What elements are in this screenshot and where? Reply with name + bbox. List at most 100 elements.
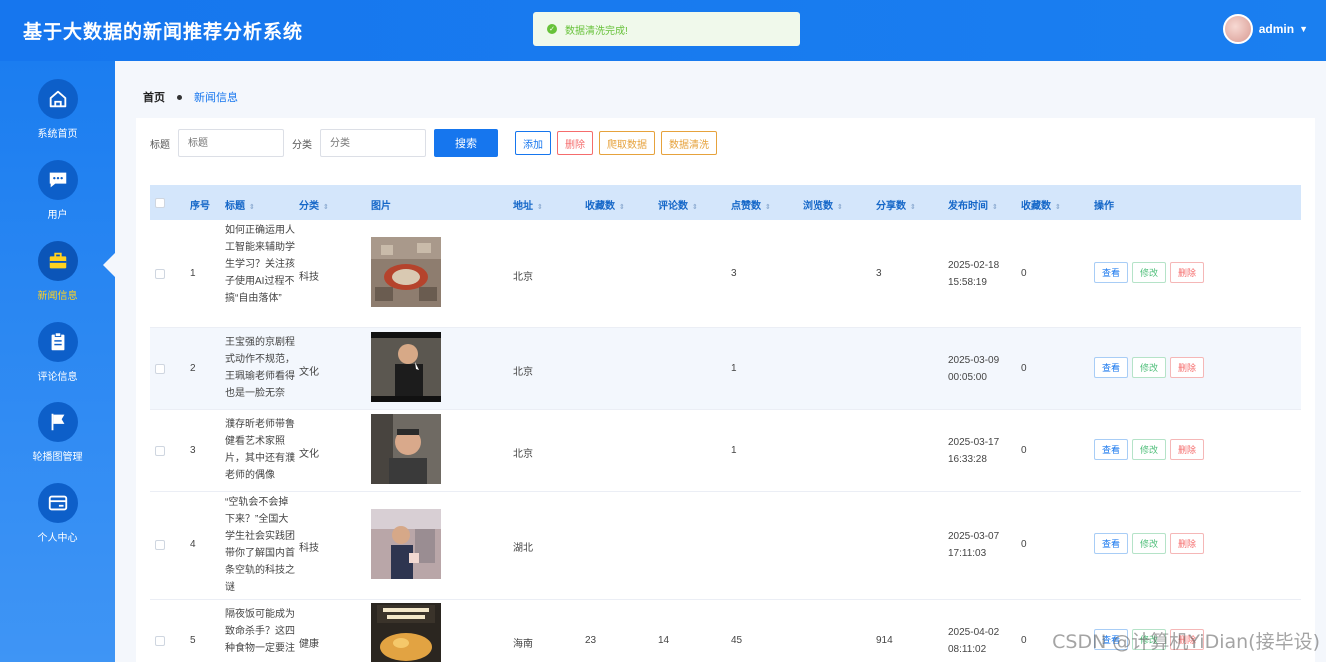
sort-icon: ⇕ bbox=[619, 204, 625, 211]
sidebar-label-profile: 个人中心 bbox=[37, 533, 78, 544]
row-checkbox[interactable] bbox=[155, 364, 165, 374]
sidebar-label-users: 用户 bbox=[47, 210, 68, 221]
success-toast: ✓ 数据清洗完成! bbox=[533, 12, 800, 46]
cell-category: 科技 bbox=[299, 272, 319, 283]
sort-icon: ⇕ bbox=[692, 204, 698, 211]
cell-likes: 45 bbox=[731, 635, 743, 646]
breadcrumb: 首页 新闻信息 bbox=[143, 89, 238, 105]
cell-address: 北京 bbox=[513, 272, 533, 283]
username[interactable]: admin bbox=[1259, 22, 1294, 36]
header-likes[interactable]: 点赞数 ⇕ bbox=[731, 197, 771, 212]
sidebar-item-news[interactable]: 新闻信息 bbox=[0, 241, 115, 319]
sort-icon: ⇕ bbox=[910, 204, 916, 211]
home-icon bbox=[37, 79, 78, 119]
table-row: 1 如何正确运用人工智能来辅助学生学习？关注孩子使用AI过程不搞“自由落体” 科… bbox=[150, 220, 1301, 328]
breadcrumb-current: 新闻信息 bbox=[194, 92, 238, 104]
crawl-data-button[interactable]: 爬取数据 bbox=[599, 131, 655, 155]
row-checkbox[interactable] bbox=[155, 540, 165, 550]
sort-icon: ⇕ bbox=[1055, 204, 1061, 211]
delete-button[interactable]: 删除 bbox=[1170, 357, 1205, 378]
content-panel: 标题 分类 搜索 添加 删除 爬取数据 数据清洗 序号 标题⇕ 分类⇕ 图片 地… bbox=[136, 118, 1315, 662]
cell-publish-time: 2025-03-17 16:33:28 bbox=[948, 437, 1000, 465]
header-address[interactable]: 地址 ⇕ bbox=[513, 197, 543, 212]
caret-down-icon[interactable]: ▼ bbox=[1299, 24, 1308, 34]
news-image bbox=[371, 237, 441, 307]
edit-button[interactable]: 修改 bbox=[1132, 262, 1167, 283]
briefcase-icon bbox=[37, 241, 78, 281]
sort-icon: ⇕ bbox=[765, 204, 771, 211]
header-favorites[interactable]: 收藏数 ⇕ bbox=[585, 197, 625, 212]
row-checkbox[interactable] bbox=[155, 269, 165, 279]
cell-category: 文化 bbox=[299, 449, 319, 460]
select-all-checkbox[interactable] bbox=[155, 198, 165, 208]
category-search-input[interactable] bbox=[320, 129, 426, 157]
row-actions: 查看 修改 删除 bbox=[1094, 533, 1208, 554]
cell-comments: 14 bbox=[658, 635, 670, 646]
row-checkbox[interactable] bbox=[155, 636, 165, 646]
row-actions: 查看 修改 删除 bbox=[1094, 357, 1208, 378]
sidebar-item-home[interactable]: 系统首页 bbox=[0, 79, 115, 157]
sort-icon: ⇕ bbox=[992, 204, 998, 211]
sort-icon: ⇕ bbox=[323, 204, 329, 211]
cell-publish-time: 2025-03-09 00:05:00 bbox=[948, 355, 1000, 383]
sidebar-item-profile[interactable]: 个人中心 bbox=[0, 483, 115, 561]
view-button[interactable]: 查看 bbox=[1094, 439, 1129, 460]
check-circle-icon: ✓ bbox=[547, 24, 557, 34]
table-row: 3 濮存昕老师带鲁健看艺术家照片，其中还有濮老师的偶像 文化 北京 1 2025… bbox=[150, 410, 1301, 492]
view-button[interactable]: 查看 bbox=[1094, 533, 1129, 554]
header-actions: 操作 bbox=[1094, 201, 1114, 212]
header-publish-time[interactable]: 发布时间 ⇕ bbox=[948, 197, 998, 212]
header-index: 序号 bbox=[190, 201, 210, 212]
search-button[interactable]: 搜索 bbox=[434, 129, 498, 157]
row-actions: 查看 修改 删除 bbox=[1094, 439, 1208, 460]
delete-button[interactable]: 删除 bbox=[1170, 533, 1205, 554]
cell-category: 健康 bbox=[299, 639, 319, 650]
row-checkbox[interactable] bbox=[155, 446, 165, 456]
header-category[interactable]: 分类 ⇕ bbox=[299, 197, 329, 212]
batch-delete-button[interactable]: 删除 bbox=[557, 131, 593, 155]
edit-button[interactable]: 修改 bbox=[1132, 533, 1167, 554]
cell-publish-time: 2025-04-02 08:11:02 bbox=[948, 627, 1000, 655]
cell-address: 北京 bbox=[513, 449, 533, 460]
edit-button[interactable]: 修改 bbox=[1132, 357, 1167, 378]
header-collect[interactable]: 收藏数 ⇕ bbox=[1021, 197, 1061, 212]
active-indicator bbox=[103, 253, 115, 277]
cell-category: 文化 bbox=[299, 367, 319, 378]
add-button[interactable]: 添加 bbox=[515, 131, 551, 155]
sidebar-item-users[interactable]: 用户 bbox=[0, 160, 115, 238]
cell-title: “空轨会不会掉下来？”全国大学生社会实践团带你了解国内首条空轨的科技之谜 bbox=[225, 497, 295, 593]
news-image bbox=[371, 509, 441, 579]
cell-address: 北京 bbox=[513, 367, 533, 378]
cell-collect: 0 bbox=[1021, 268, 1027, 279]
header-image: 图片 bbox=[371, 201, 391, 212]
cell-shares: 914 bbox=[876, 635, 893, 646]
title-search-input[interactable] bbox=[178, 129, 284, 157]
table-row: 2 王宝强的京剧程式动作不规范，王珮瑜老师看得也是一脸无奈 文化 北京 1 20… bbox=[150, 328, 1301, 410]
sidebar-item-comments[interactable]: 评论信息 bbox=[0, 322, 115, 400]
cell-title: 如何正确运用人工智能来辅助学生学习？关注孩子使用AI过程不搞“自由落体” bbox=[225, 225, 295, 304]
cell-collect: 0 bbox=[1021, 363, 1027, 374]
cell-publish-time: 2025-03-07 17:11:03 bbox=[948, 531, 1000, 559]
header-title[interactable]: 标题 ⇕ bbox=[225, 197, 255, 212]
view-button[interactable]: 查看 bbox=[1094, 357, 1129, 378]
cell-index: 3 bbox=[190, 445, 196, 456]
delete-button[interactable]: 删除 bbox=[1170, 262, 1205, 283]
header-comments[interactable]: 评论数 ⇕ bbox=[658, 197, 698, 212]
clean-data-button[interactable]: 数据清洗 bbox=[661, 131, 717, 155]
title-label: 标题 bbox=[150, 139, 170, 151]
sidebar-item-carousel[interactable]: 轮播图管理 bbox=[0, 402, 115, 480]
category-label: 分类 bbox=[292, 139, 312, 151]
flag-icon bbox=[37, 402, 78, 442]
avatar[interactable] bbox=[1222, 14, 1253, 44]
sort-icon: ⇕ bbox=[249, 204, 255, 211]
header-views[interactable]: 浏览数 ⇕ bbox=[803, 197, 843, 212]
cell-index: 1 bbox=[190, 268, 196, 279]
breadcrumb-home[interactable]: 首页 bbox=[143, 89, 165, 105]
delete-button[interactable]: 删除 bbox=[1170, 439, 1205, 460]
user-menu[interactable]: admin ▼ bbox=[1222, 14, 1308, 44]
table-row: 4 “空轨会不会掉下来？”全国大学生社会实践团带你了解国内首条空轨的科技之谜 科… bbox=[150, 492, 1301, 600]
header-shares[interactable]: 分享数 ⇕ bbox=[876, 197, 916, 212]
edit-button[interactable]: 修改 bbox=[1132, 439, 1167, 460]
view-button[interactable]: 查看 bbox=[1094, 262, 1129, 283]
row-actions: 查看 修改 删除 bbox=[1094, 262, 1208, 283]
